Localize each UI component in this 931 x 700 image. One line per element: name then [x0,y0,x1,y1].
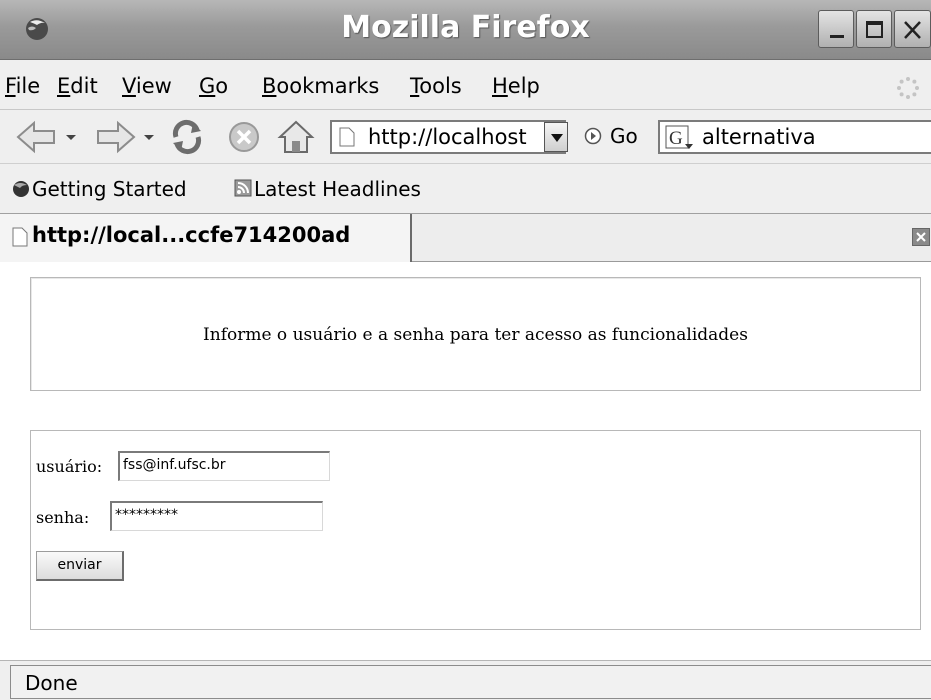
bookmarks-toolbar: Getting Started Latest Headlines [0,164,931,214]
chevron-down-icon [551,134,563,142]
submit-button[interactable]: enviar [36,551,124,581]
window-title: Mozilla Firefox [341,10,590,45]
svg-text:G: G [669,128,683,149]
url-field[interactable]: http://localhost [330,120,566,154]
forward-arrow-icon[interactable] [94,119,160,155]
page-icon [12,227,28,247]
tab-strip: http://local...ccfe714200ad [0,214,931,262]
home-icon[interactable] [276,119,316,155]
minimize-icon [830,35,844,38]
window-titlebar[interactable]: Mozilla Firefox [0,0,931,60]
status-text: Done [25,671,78,695]
back-arrow-icon[interactable] [14,119,80,155]
close-button[interactable] [894,10,931,48]
url-text[interactable]: http://localhost [368,125,527,149]
maximize-icon [866,21,883,38]
go-button-label[interactable]: Go [610,124,638,148]
page-content: Informe o usuário e a senha para ter ace… [0,262,931,660]
status-panel: Done [10,665,931,699]
menu-bookmarks[interactable]: Bookmarks [262,74,379,98]
bookmark-getting-started[interactable]: Getting Started [10,177,187,201]
status-bar: Done [0,660,931,700]
page-icon [339,127,355,147]
tab-title[interactable]: http://local...ccfe714200ad [32,223,350,247]
search-field[interactable]: G alternativa [658,120,931,154]
menu-file[interactable]: File [5,74,40,98]
bookmark-latest-headlines[interactable]: Latest Headlines [234,177,421,201]
maximize-button[interactable] [856,10,892,48]
go-icon[interactable] [584,127,602,145]
close-tab-icon [916,232,926,242]
menu-go[interactable]: Go [199,74,228,98]
navigation-toolbar: http://localhost Go G alternativa [0,110,931,164]
info-message: Informe o usuário e a senha para ter ace… [203,325,748,345]
password-field[interactable]: ********* [110,501,323,531]
menu-edit[interactable]: Edit [57,74,98,98]
tab-active[interactable]: http://local...ccfe714200ad [0,214,412,262]
menu-tools[interactable]: Tools [410,74,462,98]
menu-help[interactable]: Help [492,74,540,98]
password-label: senha: [36,508,90,527]
menu-view[interactable]: View [122,74,172,98]
rss-feed-icon [234,179,252,197]
search-query[interactable]: alternativa [702,125,816,149]
reload-icon[interactable] [168,119,208,155]
username-field[interactable]: fss@inf.ufsc.br [118,451,330,481]
stop-icon[interactable] [226,119,262,155]
username-label: usuário: [36,457,103,476]
tab-close-button[interactable] [912,228,930,246]
throbber-icon [897,77,919,99]
minimize-button[interactable] [818,10,854,48]
login-form: usuário: fss@inf.ufsc.br senha: ********… [30,430,921,630]
menu-bar: File Edit View Go Bookmarks Tools Help [0,60,931,110]
info-panel: Informe o usuário e a senha para ter ace… [30,277,921,391]
close-icon [904,21,921,39]
firefox-bookmark-icon [13,181,29,197]
url-dropdown-button[interactable] [544,122,568,152]
google-engine-icon[interactable]: G [665,125,695,151]
